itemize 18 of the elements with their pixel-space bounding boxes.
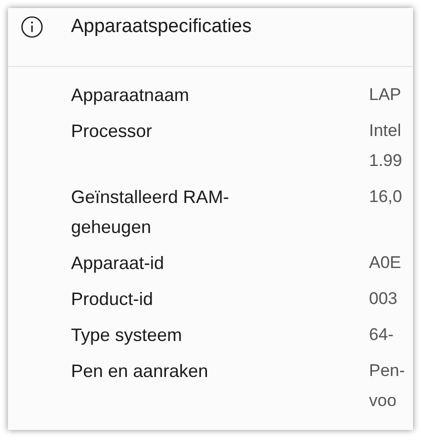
spec-label: Processor <box>71 120 154 143</box>
spec-value: LAP <box>369 84 402 106</box>
spec-label: Apparaatnaam <box>71 84 190 107</box>
section-title: Apparaatspecificaties <box>71 16 252 38</box>
spec-value: Pen- <box>369 360 405 382</box>
spec-label: Product-id <box>71 288 154 311</box>
spec-value: A0E <box>369 252 402 274</box>
info-icon <box>21 16 43 38</box>
spec-value: 16,0 <box>369 186 402 208</box>
spec-value: 003 <box>369 288 398 310</box>
spec-value: Intel <box>369 120 402 142</box>
spec-value: 64- <box>369 324 394 346</box>
spec-label: Type systeem <box>71 324 184 347</box>
spec-label: Geïnstalleerd RAM-geheugen <box>71 186 230 239</box>
spec-label: Pen en aanraken <box>71 360 210 383</box>
spec-value: voo <box>369 390 398 412</box>
spec-label: Apparaat-id <box>71 252 166 275</box>
spec-value: 1.99 <box>369 150 402 172</box>
